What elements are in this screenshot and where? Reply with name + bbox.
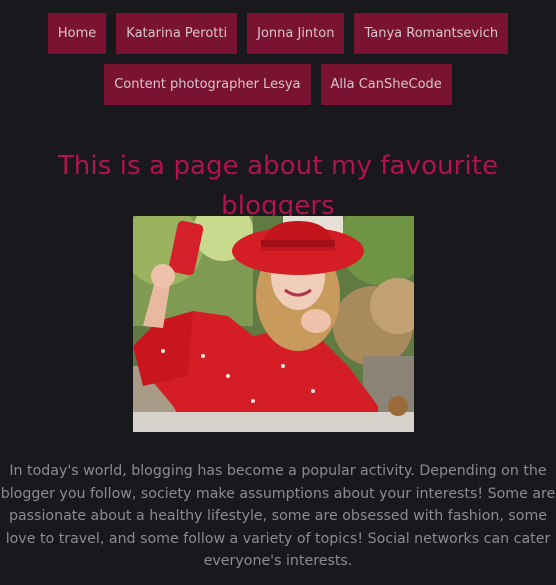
page-title: This is a page about my favourite blogge… [57,151,499,221]
nav-content-photographer-lesya-button[interactable]: Content photographer Lesya [104,64,311,105]
nav-jonna-jinton-button[interactable]: Jonna Jinton [247,13,345,54]
nav-home-button[interactable]: Home [47,13,107,54]
nav-row-top: Home Katarina Perotti Jonna Jinton Tanya… [0,13,556,54]
nav-tanya-romantsevich-button[interactable]: Tanya Romantsevich [354,13,509,54]
selfie-illustration [133,216,414,432]
nav-alla-canshecode-button[interactable]: Alla CanSheCode [320,64,452,105]
blogger-selfie-photo [133,216,414,432]
intro-paragraph: In today's world, blogging has become a … [0,463,556,569]
nav-katarina-perotti-button[interactable]: Katarina Perotti [116,13,238,54]
nav-row-bottom: Content photographer Lesya Alla CanSheCo… [0,64,556,105]
